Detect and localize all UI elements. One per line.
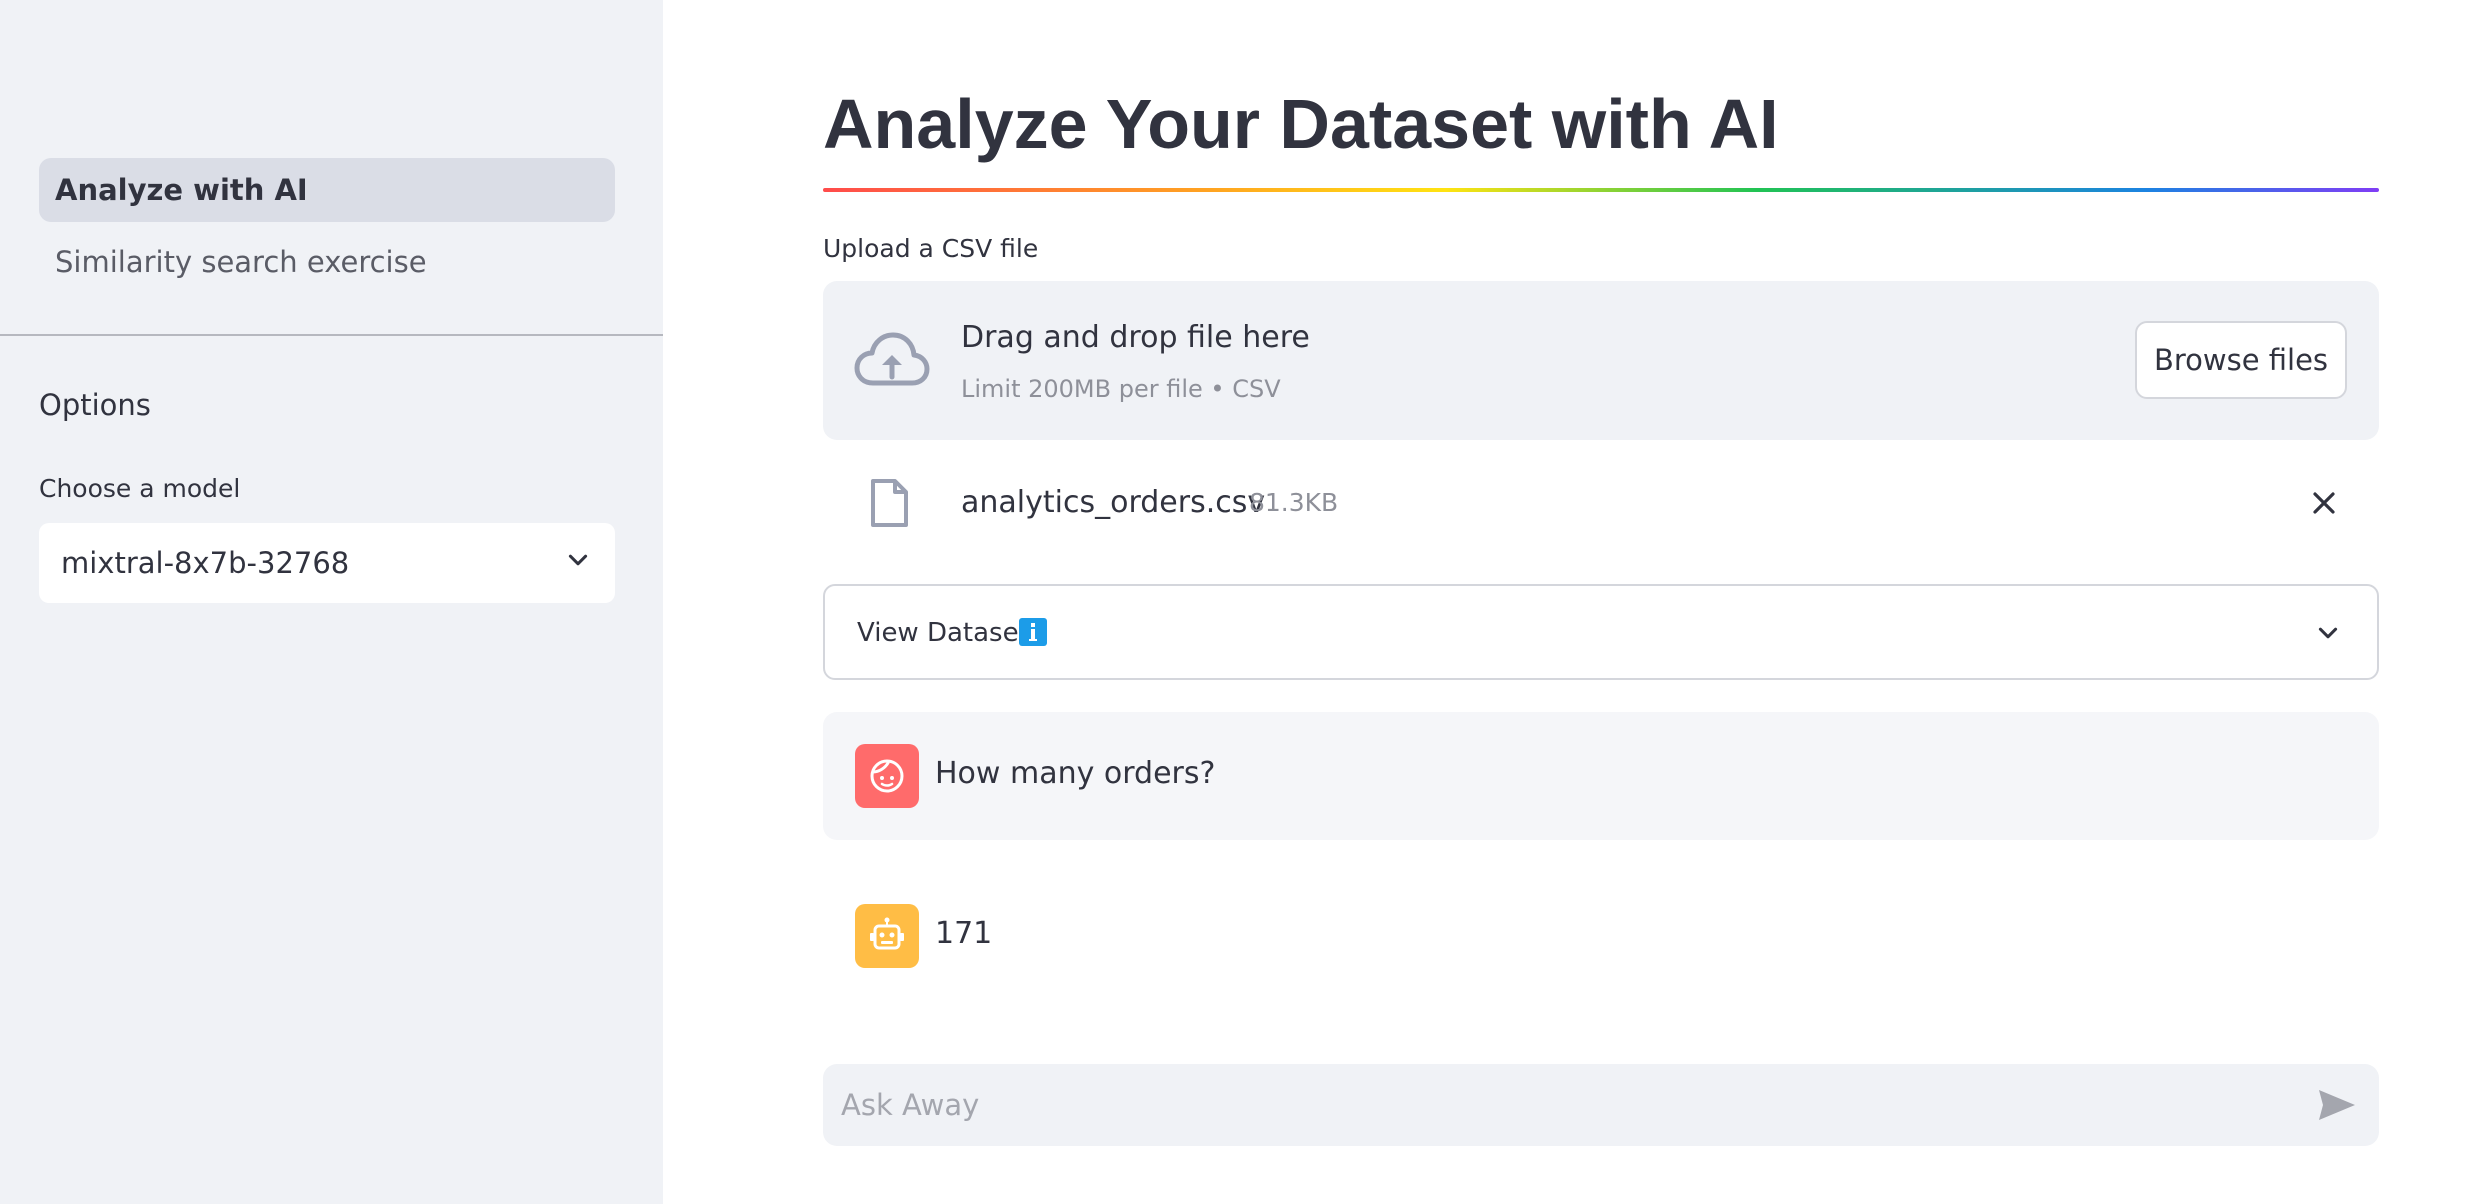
page-title: Analyze Your Dataset with AI (823, 85, 1779, 163)
model-select-value: mixtral-8x7b-32768 (61, 546, 350, 580)
info-icon (1019, 618, 1047, 646)
close-icon[interactable] (2309, 488, 2339, 522)
send-icon[interactable] (2317, 1088, 2357, 1126)
user-face-icon (855, 744, 919, 808)
chevron-down-icon (2315, 620, 2341, 650)
chat-message-text: 171 (935, 916, 993, 951)
chat-input-container (823, 1064, 2379, 1146)
file-icon (869, 478, 909, 532)
chat-message-user: How many orders? (823, 712, 2379, 840)
view-dataset-expander[interactable]: View Dataset (823, 584, 2379, 680)
browse-files-button[interactable]: Browse files (2135, 321, 2347, 399)
app: Analyze with AI Similarity search exerci… (0, 0, 2465, 1204)
expander-label: View Dataset (857, 618, 1029, 648)
main-content: Analyze Your Dataset with AI Upload a CS… (823, 0, 2379, 1204)
robot-icon (855, 904, 919, 968)
sidebar: Analyze with AI Similarity search exerci… (0, 0, 663, 1204)
chat-input[interactable] (841, 1064, 2281, 1146)
model-select-label: Choose a model (39, 474, 241, 503)
options-title: Options (39, 388, 151, 422)
nav-item-label: Analyze with AI (55, 173, 308, 207)
dropzone-limit: Limit 200MB per file • CSV (961, 375, 1281, 403)
sidebar-nav: Analyze with AI Similarity search exerci… (39, 158, 615, 294)
model-select[interactable]: mixtral-8x7b-32768 (39, 523, 615, 603)
uploaded-file-row: analytics_orders.csv 81.3KB (823, 468, 2379, 538)
title-divider (823, 188, 2379, 192)
upload-label: Upload a CSV file (823, 234, 1039, 263)
chat-message-text: How many orders? (935, 756, 1216, 791)
chevron-down-icon (565, 546, 591, 580)
nav-item-analyze-with-ai[interactable]: Analyze with AI (39, 158, 615, 222)
cloud-upload-icon (854, 331, 930, 393)
nav-item-label: Similarity search exercise (55, 245, 427, 279)
dropzone-title: Drag and drop file here (961, 320, 1310, 355)
nav-item-similarity-search[interactable]: Similarity search exercise (39, 230, 615, 294)
file-dropzone[interactable]: Drag and drop file here Limit 200MB per … (823, 281, 2379, 440)
uploaded-file-size: 81.3KB (1249, 488, 1339, 517)
uploaded-file-name: analytics_orders.csv (961, 485, 1266, 520)
sidebar-divider (0, 334, 663, 336)
chat-message-assistant: 171 (823, 872, 2379, 1000)
